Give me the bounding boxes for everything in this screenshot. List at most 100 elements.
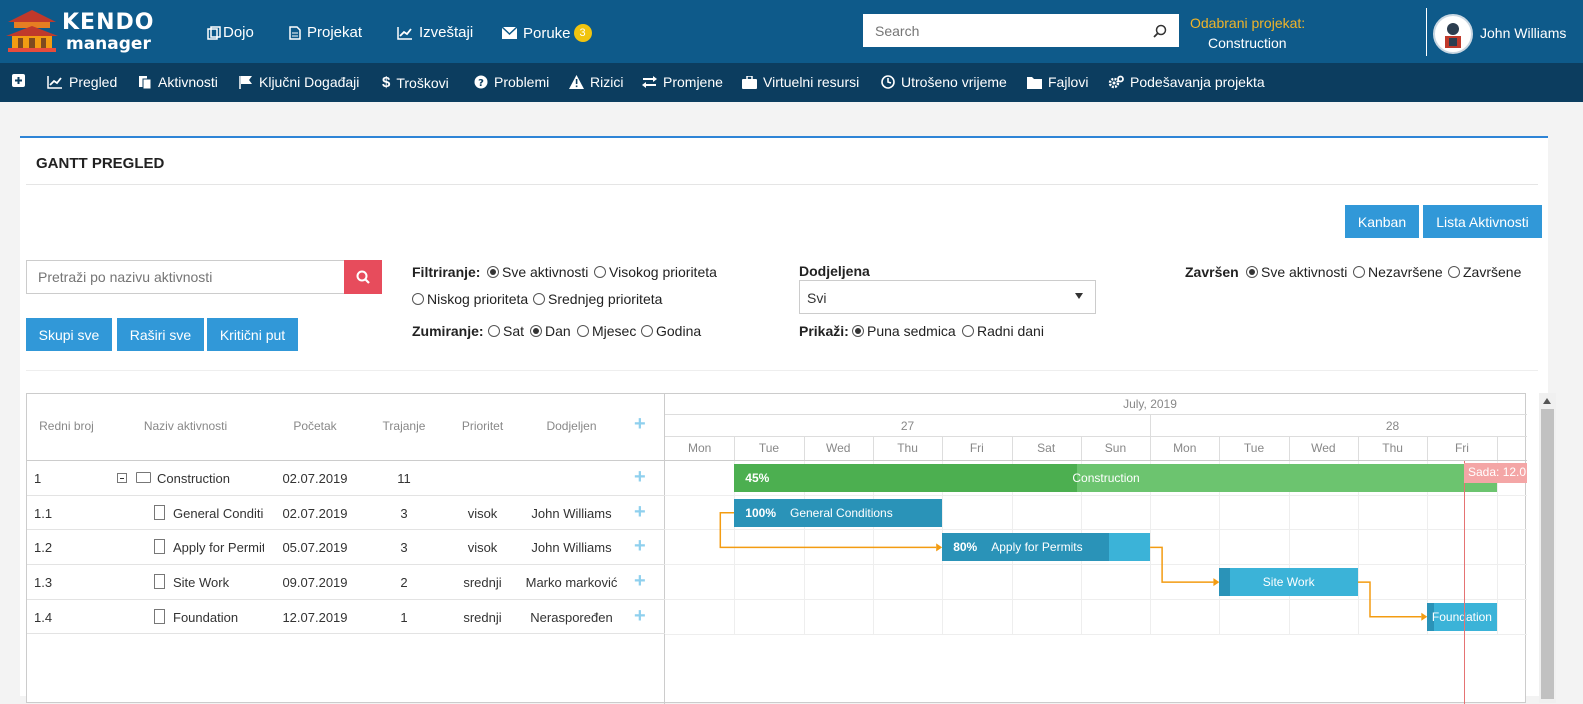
column-header-name[interactable]: Naziv aktivnosti [106,419,265,433]
files-icon [139,76,152,89]
avatar[interactable] [1433,14,1473,54]
file-icon [154,539,165,555]
vertical-scrollbar[interactable] [1539,393,1556,703]
add-subtask-icon[interactable]: + [634,502,646,522]
menu-rizici[interactable]: Rizici [569,74,623,90]
gantt-card: GANTT PREGLED Kanban Lista Aktivnosti Sk… [20,136,1556,704]
filter-option-low[interactable]: Niskog prioriteta [412,291,528,307]
gantt-bar[interactable]: 45% Construction [734,464,1497,492]
column-header-id[interactable]: Redni broj [27,419,106,433]
show-option-full-week[interactable]: Puna sedmica [852,323,956,339]
collapse-all-button[interactable]: Skupi sve [26,318,112,351]
menu-add[interactable] [12,74,25,87]
add-subtask-icon[interactable]: + [634,606,646,626]
file-icon [154,504,165,520]
row-name: Apply for Permits [173,540,264,556]
user-avatar-icon [1445,23,1461,48]
task-search-input[interactable] [27,261,337,293]
nav-poruke[interactable]: Poruke 3 [502,24,592,42]
menu-aktivnosti[interactable]: Aktivnosti [138,74,218,90]
cogs-icon [1108,75,1124,89]
collapse-icon[interactable] [117,473,127,483]
menu-fajlovi[interactable]: Fajlovi [1027,74,1088,90]
column-header-assignee[interactable]: Dodjeljen [522,419,621,433]
logo[interactable]: KENDO manager [4,8,154,56]
row-name: Construction [157,471,230,486]
scrollbar-thumb[interactable] [1541,409,1554,699]
filter-option-high[interactable]: Visokog prioriteta [594,264,717,280]
row-assignee: Neraspoređen [530,609,613,625]
add-subtask-icon[interactable]: + [634,536,646,556]
nav-dojo[interactable]: Dojo [207,24,254,41]
radio-icon [487,266,499,278]
row-name: Site Work [173,575,230,591]
gantt-bar[interactable]: 100% General Conditions [734,498,943,527]
menu-podesavanja[interactable]: Podešavanja projekta [1108,74,1265,90]
menu-problemi-label: Problemi [494,74,550,90]
file-icon [154,574,165,590]
nav-projekat-label: Projekat [307,24,363,41]
zoom-option-hour[interactable]: Sat [488,323,524,339]
nav-izvestaji[interactable]: Izveštaji [397,24,473,41]
row-assignee: John Williams [531,540,612,556]
scroll-up-icon[interactable] [1543,398,1551,404]
filter-option-medium-label: Srednjeg prioriteta [548,291,663,307]
add-subtask-icon[interactable]: + [634,467,646,487]
user-name[interactable]: John Williams [1480,25,1566,41]
column-header-duration[interactable]: Trajanje [365,419,443,433]
task-table: Redni broj Naziv aktivnosti Početak Traj… [27,394,665,704]
add-subtask-icon[interactable]: + [634,571,646,591]
now-marker-line [1464,461,1465,704]
gantt-bar-percent: 80% [953,540,978,555]
zoom-option-month[interactable]: Mjesec [577,323,636,339]
chevron-down-icon [1075,293,1083,299]
gantt-bar[interactable]: Foundation [1427,602,1497,631]
exchange-icon [642,76,657,88]
column-header-start[interactable]: Početak [265,419,365,433]
filter-option-medium[interactable]: Srednjeg prioriteta [533,291,662,307]
table-row[interactable]: 1.3 Site Work 09.07.2019 2 srednji Marko mark… [27,565,665,600]
expand-all-button[interactable]: Raširi sve [117,318,204,351]
task-search-button[interactable] [344,260,382,294]
show-option-full-week-label: Puna sedmica [867,323,956,339]
row-priority: srednji [463,609,502,625]
show-option-work-days[interactable]: Radni dani [962,323,1044,339]
row-priority: srednji [463,575,502,591]
selected-project-name[interactable]: Construction [1208,35,1287,51]
menu-pregled[interactable]: Pregled [47,74,117,90]
add-task-icon[interactable]: + [634,414,646,434]
radio-icon [533,293,545,305]
kanban-button[interactable]: Kanban [1345,205,1419,238]
search-input[interactable] [863,14,1143,47]
menu-kljucni-dogadjaji[interactable]: Ključni Događaji [239,74,359,90]
search-icon[interactable] [1153,24,1167,38]
table-row[interactable]: 1.1 General Conditions 02.07.2019 3 visok Joh… [27,496,665,531]
menu-virtuelni-resursi[interactable]: Virtuelni resursi [742,74,859,90]
critical-path-button[interactable]: Kritični put [207,318,298,351]
done-option-all[interactable]: Sve aktivnosti [1246,264,1347,280]
zoom-option-day[interactable]: Dan [530,323,571,339]
row-line [27,633,665,635]
table-row[interactable]: 1.2 Apply for Permits 05.07.2019 3 visok John… [27,530,665,566]
search-box [863,14,1179,47]
radio-icon [530,325,542,337]
zoom-option-year[interactable]: Godina [641,323,701,339]
menu-problemi[interactable]: ? Problemi [474,74,549,90]
nav-projekat[interactable]: Projekat [289,24,362,41]
gantt-bar[interactable]: Site Work [1219,568,1358,597]
row-priority: visok [467,505,498,521]
menu-promjene[interactable]: Promjene [642,74,723,90]
menu-utroseno-vrijeme[interactable]: Utrošeno vrijeme [881,74,1007,90]
done-option-unfinished[interactable]: Nezavršene [1353,264,1443,280]
table-row[interactable]: 1 Construction 02.07.2019 11 + [27,461,665,496]
activity-list-button[interactable]: Lista Aktivnosti [1423,205,1542,238]
filter-option-all[interactable]: Sve aktivnosti [487,264,588,280]
zoom-label: Zumiranje: [412,323,484,339]
table-row[interactable]: 1.4 Foundation 12.07.2019 1 srednji Neraspore… [27,600,665,635]
assigned-select[interactable]: Svi [799,280,1096,314]
column-header-priority[interactable]: Prioritet [443,419,522,433]
done-option-finished[interactable]: Završene [1448,264,1521,280]
gantt-bar[interactable]: 80% Apply for Permits [942,533,1151,562]
menu-troskovi[interactable]: $ Troškovi [382,74,449,91]
zoom-option-month-label: Mjesec [592,323,637,339]
